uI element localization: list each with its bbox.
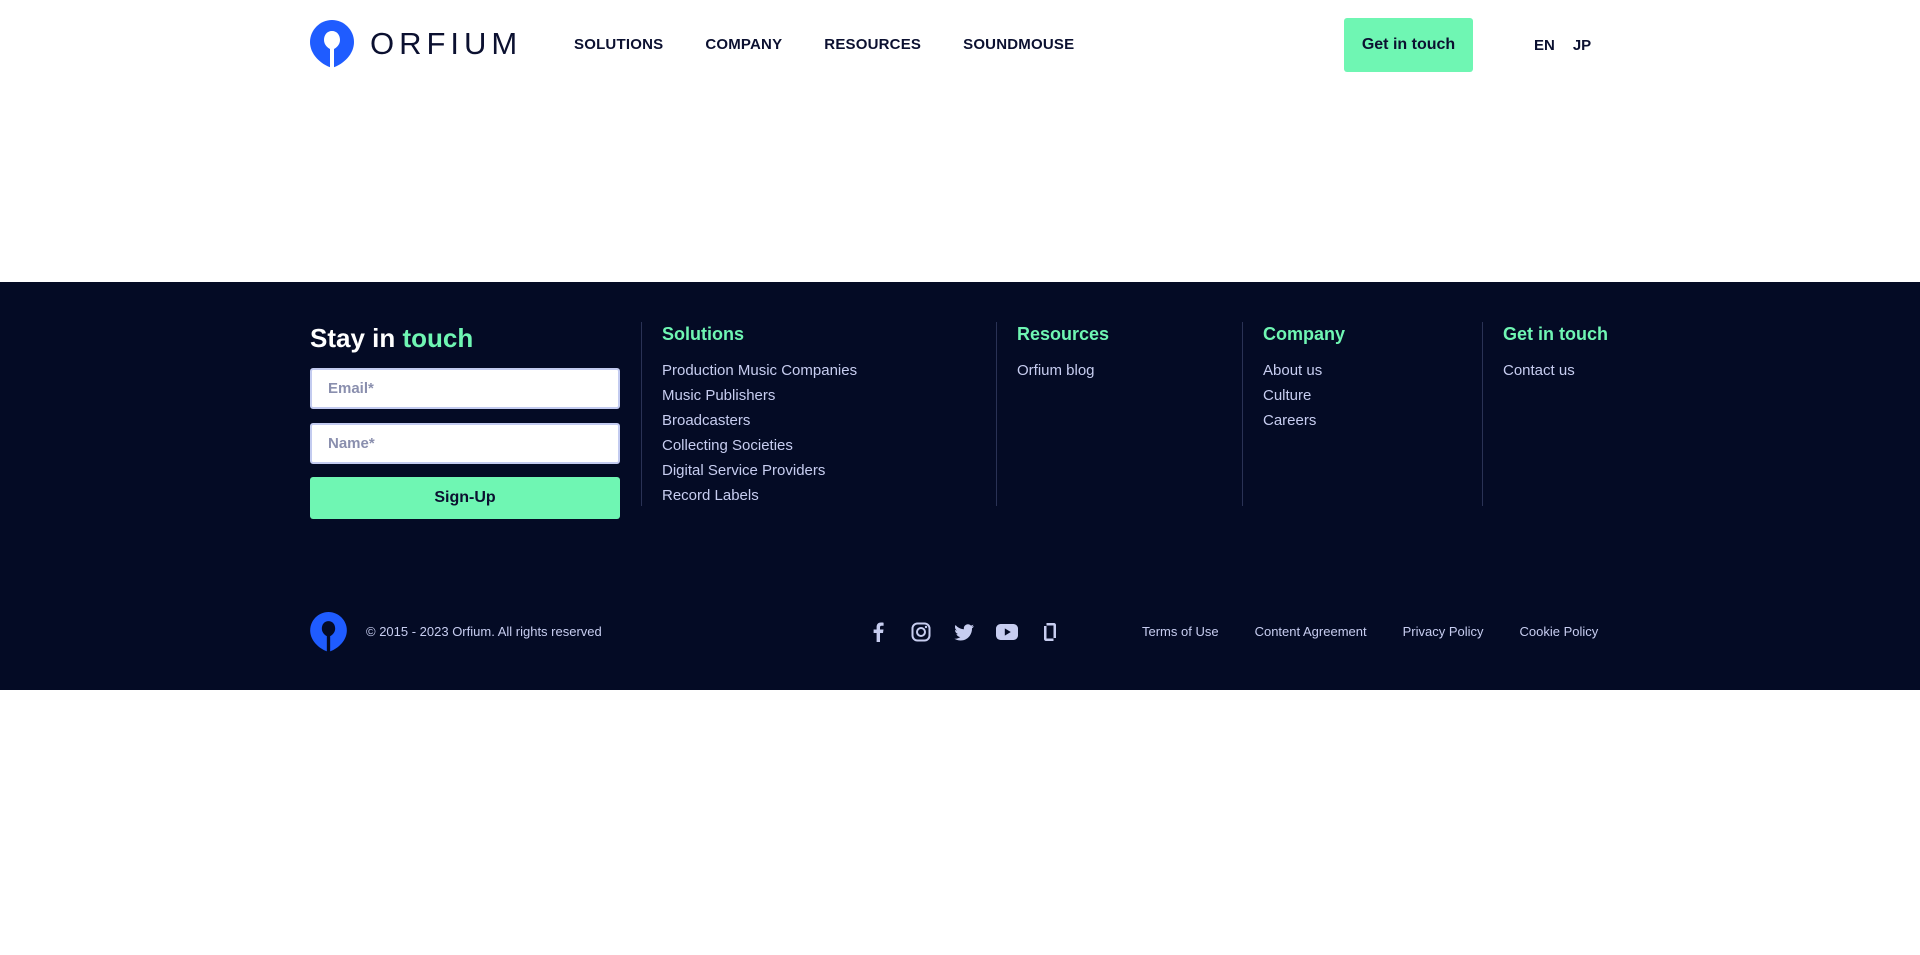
nav-company[interactable]: COMPANY (705, 36, 782, 53)
copyright-text: © 2015 - 2023 Orfium. All rights reserve… (366, 624, 602, 639)
site-footer: Stay in touch Sign-Up Solutions Producti… (0, 282, 1920, 690)
footer-link[interactable]: Collecting Societies (662, 433, 857, 458)
glassdoor-icon[interactable] (1038, 620, 1062, 644)
newsletter-form: Stay in touch Sign-Up (310, 322, 620, 519)
signup-button[interactable]: Sign-Up (310, 477, 620, 519)
footer-link[interactable]: Culture (1263, 383, 1345, 408)
footer-link[interactable]: Production Music Companies (662, 358, 857, 383)
privacy-policy-link[interactable]: Privacy Policy (1403, 624, 1484, 639)
lang-en[interactable]: EN (1534, 37, 1555, 54)
lang-jp[interactable]: JP (1573, 37, 1591, 54)
cookie-policy-link[interactable]: Cookie Policy (1520, 624, 1599, 639)
footer-column-resources: Resources Orfium blog (996, 322, 1109, 506)
footer-link[interactable]: Music Publishers (662, 383, 857, 408)
language-switcher: EN JP (1534, 37, 1609, 54)
orfium-logo[interactable]: ORFIUM (310, 20, 522, 68)
logo-wordmark: ORFIUM (370, 26, 523, 61)
footer-link[interactable]: Orfium blog (1017, 358, 1109, 383)
instagram-icon[interactable] (909, 620, 933, 644)
name-field[interactable] (310, 423, 620, 464)
footer-link[interactable]: About us (1263, 358, 1345, 383)
email-field[interactable] (310, 368, 620, 409)
site-header: ORFIUM SOLUTIONS COMPANY RESOURCES SOUND… (0, 0, 1920, 90)
nav-resources[interactable]: RESOURCES (824, 36, 921, 53)
social-links (866, 620, 1081, 644)
footer-bottom-bar: © 2015 - 2023 Orfium. All rights reserve… (0, 612, 1920, 652)
footer-logo-icon[interactable] (310, 612, 347, 657)
footer-column-solutions: Solutions Production Music Companies Mus… (641, 322, 857, 506)
nav-solutions[interactable]: SOLUTIONS (574, 36, 663, 53)
twitter-icon[interactable] (952, 620, 976, 644)
column-title: Company (1263, 324, 1346, 344)
footer-link[interactable]: Broadcasters (662, 408, 857, 433)
content-agreement-link[interactable]: Content Agreement (1255, 624, 1367, 639)
newsletter-title: Stay in touch (310, 323, 474, 353)
footer-column-get-in-touch: Get in touch Contact us (1482, 322, 1608, 506)
footer-link[interactable]: Record Labels (662, 483, 857, 508)
footer-link[interactable]: Careers (1263, 408, 1345, 433)
get-in-touch-button[interactable]: Get in touch (1344, 18, 1473, 72)
orfium-logo-icon (310, 20, 354, 68)
column-title: Resources (1017, 324, 1110, 344)
legal-links: Terms of Use Content Agreement Privacy P… (1142, 624, 1634, 639)
column-title: Solutions (662, 324, 744, 344)
youtube-icon[interactable] (995, 620, 1019, 644)
terms-of-use-link[interactable]: Terms of Use (1142, 624, 1219, 639)
footer-link[interactable]: Digital Service Providers (662, 458, 857, 483)
nav-soundmouse[interactable]: SOUNDMOUSE (963, 36, 1074, 53)
facebook-icon[interactable] (866, 620, 890, 644)
main-nav: SOLUTIONS COMPANY RESOURCES SOUNDMOUSE (574, 36, 1116, 53)
footer-column-company: Company About us Culture Careers (1242, 322, 1345, 506)
column-title: Get in touch (1503, 324, 1608, 344)
footer-link[interactable]: Contact us (1503, 358, 1608, 383)
